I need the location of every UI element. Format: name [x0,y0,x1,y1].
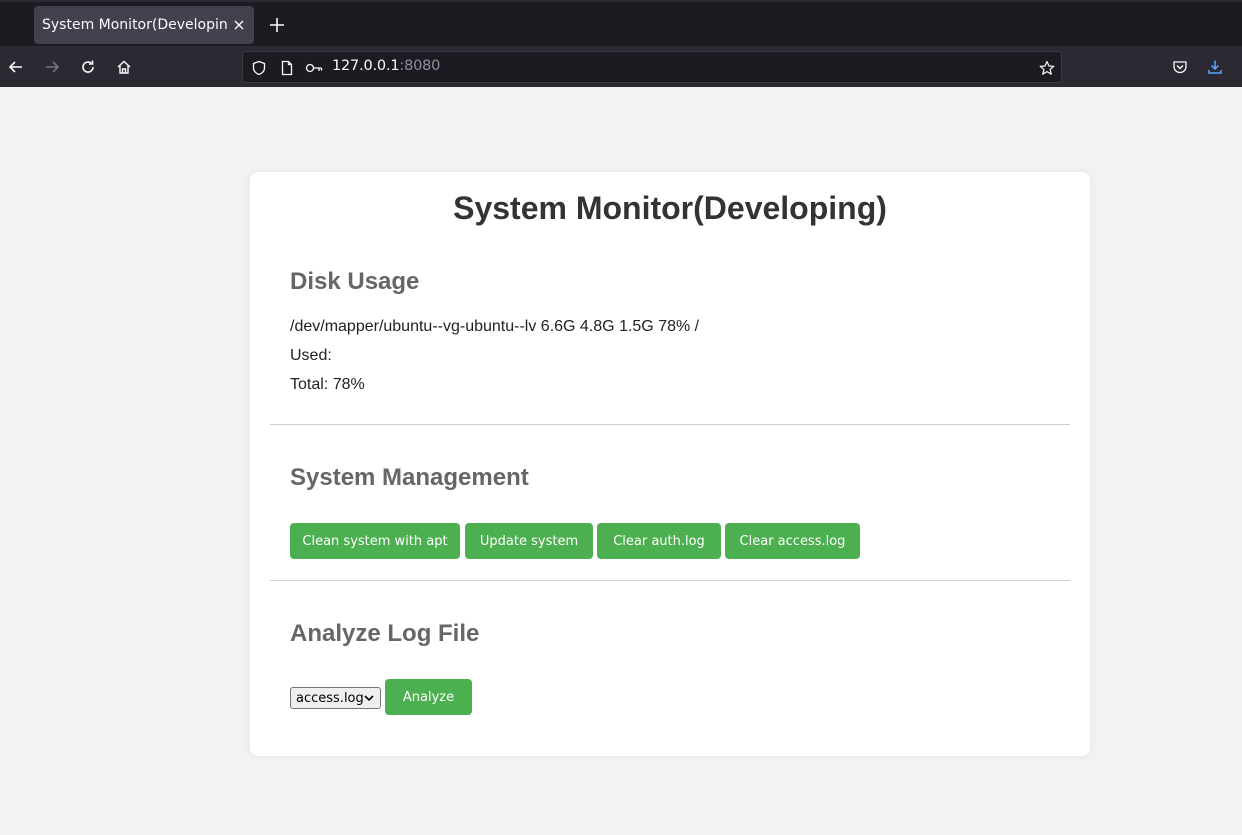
reload-icon[interactable] [74,53,102,81]
url-port: :8080 [399,58,441,74]
back-icon[interactable] [2,53,30,81]
close-icon[interactable] [228,14,250,36]
clear-access-log-button[interactable]: Clear access.log [725,523,860,559]
system-management-heading: System Management [290,464,529,491]
tab-system-monitor[interactable]: System Monitor(Developing) [34,6,254,44]
shield-icon[interactable] [249,58,269,78]
main-card: System Monitor(Developing) Disk Usage /d… [250,172,1090,756]
pocket-icon[interactable] [1166,53,1194,81]
log-file-selected: access.log [296,690,364,706]
disk-used: Used: [290,347,332,364]
tab-strip: System Monitor(Developing) [0,0,1242,46]
analyze-log-heading: Analyze Log File [290,620,480,647]
url-text: 127.0.0.1:8080 [332,58,440,74]
plus-icon[interactable] [264,12,290,38]
home-icon[interactable] [110,53,138,81]
analyze-button[interactable]: Analyze [385,679,472,715]
disk-usage-line: /dev/mapper/ubuntu--vg-ubuntu--lv 6.6G 4… [290,318,700,335]
download-icon[interactable] [1201,53,1229,81]
browser-chrome: System Monitor(Developing) 127.0.0.1:808… [0,0,1242,87]
chevron-down-icon [364,695,374,702]
divider [270,424,1070,425]
divider [270,580,1070,581]
log-file-select[interactable]: access.log [290,687,381,709]
disk-total: Total: 78% [290,376,365,393]
star-icon[interactable] [1037,58,1057,78]
disk-usage-heading: Disk Usage [290,268,420,295]
address-bar[interactable]: 127.0.0.1:8080 [242,51,1062,83]
update-system-button[interactable]: Update system [465,523,593,559]
navigation-bar: 127.0.0.1:8080 [0,46,1242,87]
tab-title: System Monitor(Developing) [42,17,228,33]
url-host: 127.0.0.1 [332,58,400,74]
forward-icon[interactable] [38,53,66,81]
page-icon[interactable] [277,58,297,78]
clean-system-button[interactable]: Clean system with apt [290,523,460,559]
key-icon[interactable] [304,58,324,78]
clear-auth-log-button[interactable]: Clear auth.log [597,523,721,559]
page-title: System Monitor(Developing) [453,190,887,226]
